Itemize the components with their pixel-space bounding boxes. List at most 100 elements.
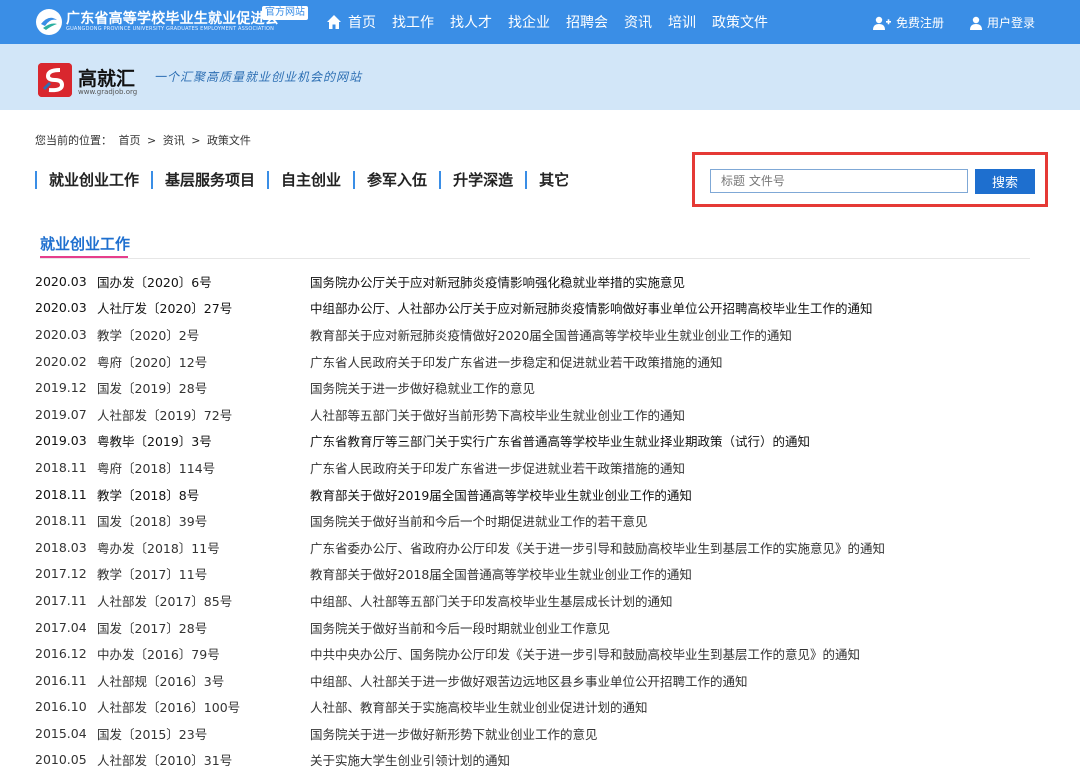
org-logo-icon[interactable] — [36, 9, 62, 35]
policy-title[interactable]: 人社部、教育部关于实施高校毕业生就业创业促进计划的通知 — [310, 697, 648, 716]
policy-title[interactable]: 广东省委办公厅、省政府办公厅印发《关于进一步引导和鼓励高校毕业生到基层工作的实施… — [310, 538, 885, 557]
policy-date: 2020.03 — [35, 273, 87, 289]
policy-title[interactable]: 广东省人民政府关于印发广东省进一步稳定和促进就业若干政策措施的通知 — [310, 352, 723, 371]
list-item[interactable]: 2019.07 人社部发〔2019〕72号 人社部等五部门关于做好当前形势下高校毕业… — [35, 401, 1045, 428]
policy-title[interactable]: 中组部、人社部关于进一步做好艰苦边远地区县乡事业单位公开招聘工作的通知 — [310, 671, 748, 690]
breadcrumb-separator: > — [191, 134, 201, 147]
policy-date: 2017.12 — [35, 566, 87, 582]
policy-doc-number: 国发〔2018〕39号 — [97, 514, 208, 530]
policy-doc-number: 粤办发〔2018〕11号 — [97, 540, 220, 556]
list-item[interactable]: 2018.11 粤府〔2018〕114号 广东省人民政府关于印发广东省进一步促进就业… — [35, 454, 1045, 481]
home-icon[interactable] — [326, 14, 342, 30]
search-button[interactable]: 搜索 — [975, 169, 1035, 194]
list-item[interactable]: 2010.05 人社部发〔2010〕31号 关于实施大学生创业引领计划的通知 — [35, 747, 1045, 774]
policy-title[interactable]: 国务院关于做好当前和今后一个时期促进就业工作的若干意见 — [310, 511, 648, 530]
list-item[interactable]: 2018.11 教学〔2018〕8号 教育部关于做好2019届全国普通高等学校毕业生… — [35, 481, 1045, 508]
tab-military[interactable]: 参军入伍 — [353, 171, 439, 189]
tab-grassroots[interactable]: 基层服务项目 — [151, 171, 267, 189]
brand-name[interactable]: 高就汇 — [78, 64, 135, 91]
breadcrumb: 您当前的位置： 首页 > 资讯 > 政策文件 — [35, 132, 254, 148]
breadcrumb-item-home[interactable]: 首页 — [119, 134, 141, 147]
list-item[interactable]: 2016.11 人社部规〔2016〕3号 中组部、人社部关于进一步做好艰苦边远地区县… — [35, 667, 1045, 694]
policy-title[interactable]: 广东省人民政府关于印发广东省进一步促进就业若干政策措施的通知 — [310, 458, 685, 477]
list-item[interactable]: 2015.04 国发〔2015〕23号 国务院关于进一步做好新形势下就业创业工作的意… — [35, 720, 1045, 747]
breadcrumb-item-news[interactable]: 资讯 — [163, 134, 185, 147]
section-title: 就业创业工作 — [40, 235, 131, 253]
policy-doc-number: 人社部发〔2016〕100号 — [97, 700, 241, 716]
policy-list: 2020.03 国办发〔2020〕6号 国务院办公厅关于应对新冠肺炎疫情影响强化稳就… — [35, 268, 1045, 773]
add-user-icon — [873, 16, 891, 30]
nav-item-job-fair[interactable]: 招聘会 — [566, 12, 608, 32]
register-link[interactable]: 免费注册 — [873, 14, 944, 31]
policy-date: 2017.04 — [35, 619, 87, 635]
policy-date: 2015.04 — [35, 725, 87, 741]
policy-title[interactable]: 国务院办公厅关于应对新冠肺炎疫情影响强化稳就业举措的实施意见 — [310, 272, 685, 291]
policy-doc-number: 人社部发〔2017〕85号 — [97, 593, 233, 609]
list-item[interactable]: 2017.12 教学〔2017〕11号 教育部关于做好2018届全国普通高等学校毕业… — [35, 561, 1045, 588]
nav-item-training[interactable]: 培训 — [668, 12, 696, 32]
policy-title[interactable]: 中共中央办公厅、国务院办公厅印发《关于进一步引导和鼓励高校毕业生到基层工作的意见… — [310, 644, 860, 663]
policy-title[interactable]: 广东省教育厅等三部门关于实行广东省普通高等学校毕业生就业择业期政策（试行）的通知 — [310, 431, 810, 450]
brand-url: www.gradjob.org — [78, 88, 138, 96]
policy-title[interactable]: 人社部等五部门关于做好当前形势下高校毕业生就业创业工作的通知 — [310, 405, 685, 424]
policy-date: 2010.05 — [35, 752, 87, 768]
policy-title[interactable]: 教育部关于做好2019届全国普通高等学校毕业生就业创业工作的通知 — [310, 485, 692, 504]
section-divider — [40, 258, 1030, 259]
login-link[interactable]: 用户登录 — [970, 14, 1035, 31]
policy-title[interactable]: 教育部关于做好2018届全国普通高等学校毕业生就业创业工作的通知 — [310, 564, 692, 583]
policy-title[interactable]: 国务院关于进一步做好稳就业工作的意见 — [310, 378, 535, 397]
register-label: 免费注册 — [896, 16, 945, 30]
list-item[interactable]: 2016.10 人社部发〔2016〕100号 人社部、教育部关于实施高校毕业生就业创… — [35, 694, 1045, 721]
policy-title[interactable]: 关于实施大学生创业引领计划的通知 — [310, 750, 510, 769]
nav-item-policy[interactable]: 政策文件 — [712, 12, 768, 32]
policy-title[interactable]: 国务院关于进一步做好新形势下就业创业工作的意见 — [310, 724, 598, 743]
policy-title[interactable]: 中组部、人社部等五部门关于印发高校毕业生基层成长计划的通知 — [310, 591, 673, 610]
policy-date: 2019.07 — [35, 406, 87, 422]
policy-doc-number: 粤府〔2018〕114号 — [97, 460, 216, 476]
nav-item-news[interactable]: 资讯 — [624, 12, 652, 32]
policy-date: 2018.11 — [35, 513, 87, 529]
official-site-badge: 官方网站 — [262, 6, 308, 20]
brand-logo-icon[interactable] — [38, 63, 72, 97]
policy-doc-number: 教学〔2020〕2号 — [97, 327, 200, 343]
nav-item-find-job[interactable]: 找工作 — [392, 12, 434, 32]
policy-date: 2018.11 — [35, 486, 87, 502]
list-item[interactable]: 2017.11 人社部发〔2017〕85号 中组部、人社部等五部门关于印发高校毕业生… — [35, 587, 1045, 614]
breadcrumb-item-policy[interactable]: 政策文件 — [207, 134, 251, 147]
list-item[interactable]: 2016.12 中办发〔2016〕79号 中共中央办公厅、国务院办公厅印发《关于进一… — [35, 640, 1045, 667]
tab-further-study[interactable]: 升学深造 — [439, 171, 525, 189]
org-name[interactable]: 广东省高等学校毕业生就业促进会 — [66, 8, 279, 28]
policy-doc-number: 国发〔2015〕23号 — [97, 726, 208, 742]
list-item[interactable]: 2019.03 粤教毕〔2019〕3号 广东省教育厅等三部门关于实行广东省普通高等学… — [35, 428, 1045, 455]
policy-title[interactable]: 中组部办公厅、人社部办公厅关于应对新冠肺炎疫情影响做好事业单位公开招聘高校毕业生… — [310, 298, 873, 317]
list-item[interactable]: 2018.03 粤办发〔2018〕11号 广东省委办公厅、省政府办公厅印发《关于进一… — [35, 534, 1045, 561]
policy-doc-number: 教学〔2017〕11号 — [97, 567, 208, 583]
tab-other[interactable]: 其它 — [525, 171, 581, 189]
policy-date: 2019.03 — [35, 433, 87, 449]
list-item[interactable]: 2017.04 国发〔2017〕28号 国务院关于做好当前和今后一段时期就业创业工作… — [35, 614, 1045, 641]
policy-title[interactable]: 教育部关于应对新冠肺炎疫情做好2020届全国普通高等学校毕业生就业创业工作的通知 — [310, 325, 792, 344]
policy-doc-number: 粤府〔2020〕12号 — [97, 354, 208, 370]
policy-title[interactable]: 国务院关于做好当前和今后一段时期就业创业工作意见 — [310, 618, 610, 637]
brand-slogan: 一个汇聚高质量就业创业机会的网站 — [154, 70, 363, 84]
policy-doc-number: 人社部发〔2010〕31号 — [97, 753, 233, 769]
list-item[interactable]: 2020.03 教学〔2020〕2号 教育部关于应对新冠肺炎疫情做好2020届全国普… — [35, 321, 1045, 348]
tab-entrepreneurship[interactable]: 自主创业 — [267, 171, 353, 189]
policy-date: 2019.12 — [35, 380, 87, 396]
list-item[interactable]: 2020.03 国办发〔2020〕6号 国务院办公厅关于应对新冠肺炎疫情影响强化稳就… — [35, 268, 1045, 295]
list-item[interactable]: 2020.02 粤府〔2020〕12号 广东省人民政府关于印发广东省进一步稳定和促进… — [35, 348, 1045, 375]
list-item[interactable]: 2018.11 国发〔2018〕39号 国务院关于做好当前和今后一个时期促进就业工作… — [35, 507, 1045, 534]
list-item[interactable]: 2019.12 国发〔2019〕28号 国务院关于进一步做好稳就业工作的意见 — [35, 374, 1045, 401]
policy-doc-number: 粤教毕〔2019〕3号 — [97, 434, 212, 450]
nav-item-home[interactable]: 首页 — [348, 12, 376, 32]
policy-date: 2017.11 — [35, 592, 87, 608]
list-item[interactable]: 2020.03 人社厅发〔2020〕27号 中组部办公厅、人社部办公厅关于应对新冠肺… — [35, 295, 1045, 322]
search-input[interactable] — [710, 169, 968, 193]
nav-item-find-company[interactable]: 找企业 — [508, 12, 550, 32]
breadcrumb-separator: > — [147, 134, 157, 147]
nav-item-find-talent[interactable]: 找人才 — [450, 12, 492, 32]
tab-employment[interactable]: 就业创业工作 — [35, 171, 151, 189]
policy-doc-number: 国发〔2019〕28号 — [97, 381, 208, 397]
breadcrumb-prefix: 您当前的位置： — [35, 134, 112, 147]
policy-date: 2018.03 — [35, 539, 87, 555]
